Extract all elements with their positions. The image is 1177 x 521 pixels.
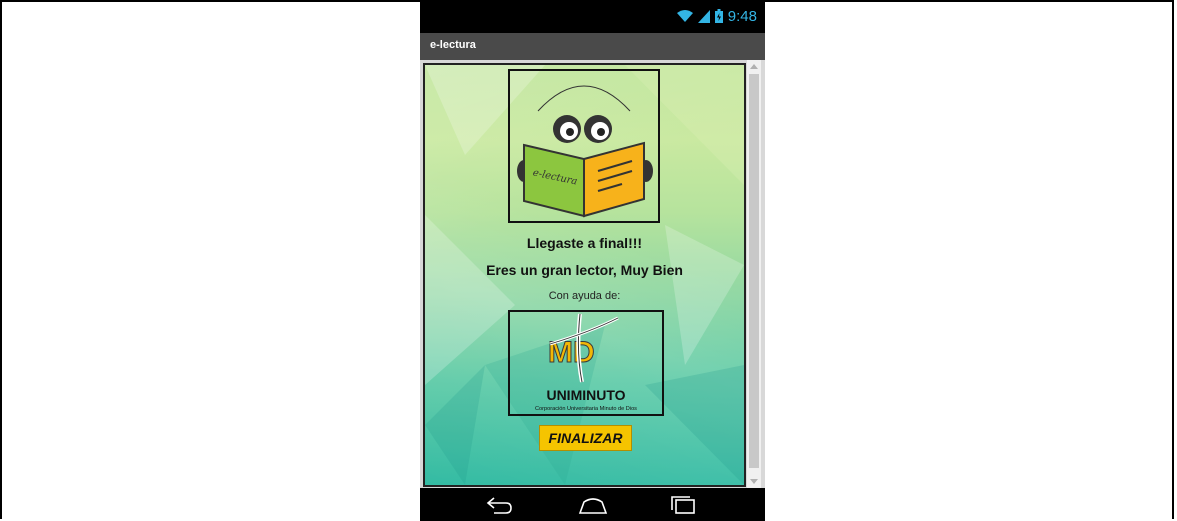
navigation-bar — [420, 488, 765, 521]
phone-screen: 9:48 e-lectura e-lectura Llegaste a fina… — [420, 0, 765, 521]
praise-message: Eres un gran lector, Muy Bien — [486, 262, 683, 278]
credit-label: Con ayuda de: — [548, 290, 621, 302]
app-logo: e-lectura — [508, 69, 660, 223]
sponsor-tagline: Corporación Universitaria Minuto de Dios — [535, 406, 637, 412]
content-area: e-lectura Llegaste a final!!! Eres un gr… — [420, 60, 765, 488]
status-bar: 9:48 — [420, 0, 765, 33]
recents-icon[interactable] — [666, 494, 700, 516]
scrollbar[interactable] — [747, 60, 761, 488]
action-bar: e-lectura — [420, 33, 765, 60]
uniminuto-logo: MD UNIMINUTO Corporación Universitaria M… — [508, 310, 664, 416]
scroll-up-arrow-icon[interactable] — [750, 64, 758, 69]
app-title: e-lectura — [430, 39, 476, 51]
wifi-icon — [676, 10, 693, 22]
completion-message: Llegaste a final!!! — [526, 235, 643, 251]
scroll-thumb[interactable] — [749, 74, 759, 468]
home-icon[interactable] — [576, 494, 610, 516]
finalizar-button[interactable]: FINALIZAR — [539, 425, 632, 451]
status-time: 9:48 — [727, 7, 757, 25]
back-icon[interactable] — [482, 494, 516, 516]
sponsor-name: UNIMINUTO — [546, 387, 625, 403]
signal-icon — [697, 10, 710, 23]
scroll-down-arrow-icon[interactable] — [750, 479, 758, 484]
battery-icon — [714, 9, 723, 23]
app-screen: e-lectura Llegaste a final!!! Eres un gr… — [423, 63, 746, 487]
